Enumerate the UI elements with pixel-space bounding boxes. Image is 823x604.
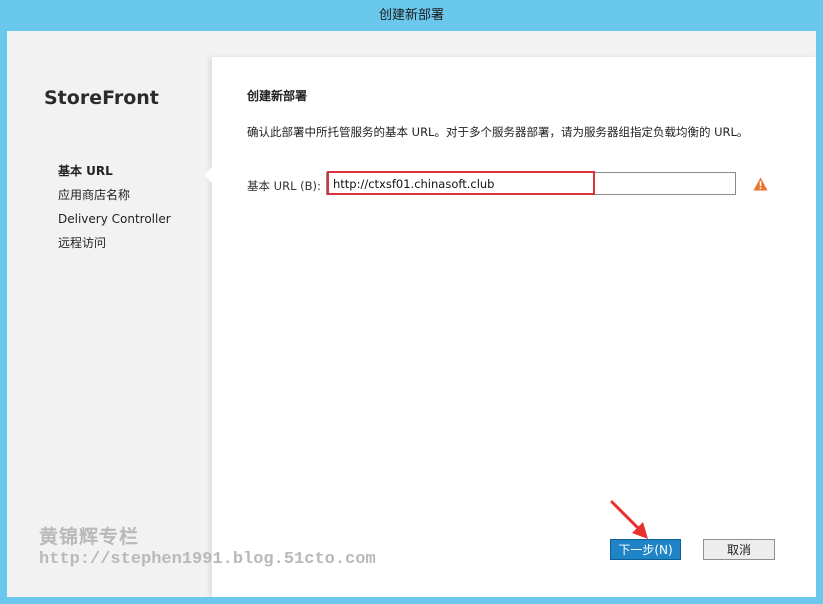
content-panel: 创建新部署 确认此部署中所托管服务的基本 URL。对于多个服务器部署，请为服务器… [204,57,816,597]
section-title: 创建新部署 [247,89,308,103]
window-title-bar: 创建新部署 [0,0,823,31]
sidebar-brand: StoreFront [44,87,159,109]
watermark-author: 黄锦辉专栏 [39,526,140,548]
window-title: 创建新部署 [378,8,444,23]
cancel-button[interactable]: 取消 [703,539,775,560]
sidebar: StoreFront 基本 URL 应用商店名称 Delivery Contro… [7,31,212,597]
section-description: 确认此部署中所托管服务的基本 URL。对于多个服务器部署，请为服务器组指定负载均… [247,125,749,139]
dialog-window: StoreFront 基本 URL 应用商店名称 Delivery Contro… [7,31,816,597]
active-step-pointer [204,167,212,183]
base-url-label: 基本 URL (B): [247,179,321,193]
watermark-url: http://stephen1991.blog.51cto.com [39,550,376,569]
warning-triangle-icon [753,177,768,191]
step-base-url[interactable]: 基本 URL [58,163,171,187]
wizard-steps: 基本 URL 应用商店名称 Delivery Controller 远程访问 [58,163,171,259]
step-remote-access[interactable]: 远程访问 [58,235,171,259]
annotation-arrow-icon [610,500,648,539]
step-store-name[interactable]: 应用商店名称 [58,187,171,211]
base-url-value: http://ctxsf01.chinasoft.club [333,177,495,191]
next-button[interactable]: 下一步(N) [610,539,681,560]
window-bottom-frame [0,597,823,604]
base-url-input[interactable]: http://ctxsf01.chinasoft.club [326,172,736,195]
step-delivery-controller[interactable]: Delivery Controller [58,211,171,235]
